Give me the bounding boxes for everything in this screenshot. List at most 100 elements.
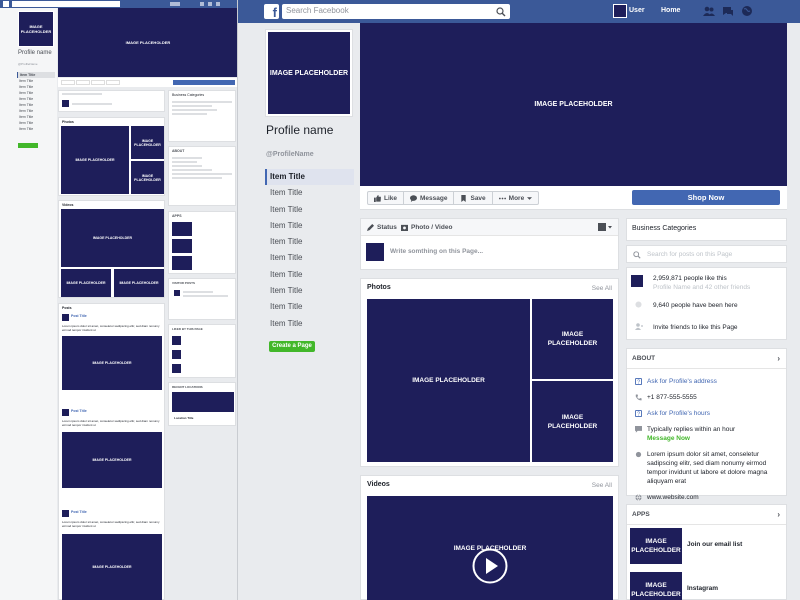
- thumb-visitor-posts-title: VISITOR POSTS: [172, 281, 195, 285]
- thumb-posts-title: Posts: [62, 306, 72, 310]
- thumb-photos-title: Photos: [62, 120, 74, 124]
- thumb-profile-picture: IMAGE PLACEHOLDER: [18, 11, 54, 47]
- message-label: Message: [420, 194, 448, 202]
- page-search-input[interactable]: Search for posts on this Page: [626, 245, 787, 263]
- friend-requests-icon[interactable]: [703, 5, 715, 17]
- been-here-count[interactable]: 9,640 people have been here: [653, 302, 738, 309]
- thumb-globe-icon: [216, 2, 220, 6]
- thumb-profile-name: Profile name: [18, 50, 52, 56]
- nav-item[interactable]: Item Title: [265, 299, 354, 315]
- ask-hours-link[interactable]: Ask for Profile's hours: [647, 410, 710, 417]
- app-item[interactable]: IMAGE PLACEHOLDER Join our email list: [627, 525, 786, 569]
- about-header[interactable]: ABOUT ›: [627, 349, 786, 369]
- search-input[interactable]: Search Facebook: [282, 4, 510, 19]
- status-tab[interactable]: Status: [367, 224, 397, 231]
- photo-small[interactable]: IMAGE PLACEHOLDER: [532, 381, 613, 462]
- messages-icon[interactable]: [722, 5, 734, 17]
- svg-text:?: ?: [637, 380, 640, 385]
- business-categories-title[interactable]: Business Categories: [627, 219, 786, 238]
- app-label: Instagram: [687, 585, 719, 592]
- thumb-app-image: [172, 239, 192, 253]
- photo-video-tab[interactable]: Photo / Video: [401, 224, 452, 231]
- likes-friends[interactable]: Profile Name and 42 other friends: [653, 284, 750, 291]
- play-icon[interactable]: [472, 548, 508, 584]
- message-button[interactable]: Message: [404, 192, 455, 204]
- shop-now-button[interactable]: Shop Now: [632, 190, 780, 205]
- facebook-logo-icon[interactable]: f: [264, 4, 279, 20]
- thumb-line: [172, 165, 202, 167]
- community-card: 2,959,871 people like this Profile Name …: [626, 267, 787, 340]
- cover-placeholder-text: IMAGE PLACEHOLDER: [534, 101, 613, 108]
- thumb-about-card: ABOUT: [168, 146, 236, 206]
- like-button[interactable]: Like: [368, 192, 405, 204]
- phone-number[interactable]: +1 877-555-5555: [647, 394, 697, 401]
- home-link[interactable]: Home: [661, 7, 680, 14]
- nav-item[interactable]: Item Title: [265, 316, 354, 332]
- thumb-line: [183, 291, 213, 293]
- about-description: Lorem ipsum dolor sit amet, conseletur s…: [647, 451, 768, 485]
- thumb-app-image: [172, 256, 192, 270]
- thumb-liked-avatar: [172, 350, 181, 359]
- thumb-photo-small: IMAGE PLACEHOLDER: [131, 161, 164, 194]
- nav-item[interactable]: Item Title: [265, 267, 354, 283]
- thumb-more-button: [106, 80, 120, 85]
- app-item[interactable]: IMAGE PLACEHOLDER Instagram: [627, 569, 786, 600]
- page-action-bar: Like Message Save More Shop Now: [360, 186, 787, 210]
- photos-see-all-link[interactable]: See All: [592, 285, 612, 292]
- videos-see-all-link[interactable]: See All: [592, 482, 612, 489]
- page-thumbnail-overview: IMAGE PLACEHOLDER Profile name @ProfileN…: [0, 0, 238, 600]
- thumbs-up-icon: [374, 194, 381, 202]
- user-link[interactable]: User: [629, 7, 645, 14]
- profile-handle[interactable]: @ProfileName: [266, 151, 314, 158]
- nav-item[interactable]: Item Title: [265, 250, 354, 266]
- likes-count[interactable]: 2,959,871 people like this: [653, 275, 727, 282]
- thumb-location-image: [172, 392, 234, 412]
- invite-friends-icon: [635, 323, 643, 330]
- invite-friends-link[interactable]: Invite friends to like this Page: [653, 324, 738, 331]
- thumb-post-image: IMAGE PLACEHOLDER: [62, 534, 162, 600]
- thumb-nav-items: Item Title Item Title Item Title Item Ti…: [17, 72, 55, 132]
- profile-picture[interactable]: IMAGE PLACEHOLDER: [265, 29, 353, 117]
- composer-input[interactable]: Write somthing on this Page...: [390, 248, 483, 255]
- nav-item[interactable]: Item Title: [265, 185, 354, 201]
- photo-large[interactable]: IMAGE PLACEHOLDER: [367, 299, 530, 462]
- profile-picture-placeholder: IMAGE PLACEHOLDER: [268, 32, 350, 114]
- audience-selector-icon[interactable]: [598, 223, 612, 231]
- apps-header[interactable]: APPS ›: [627, 505, 786, 525]
- user-avatar[interactable]: [613, 4, 627, 18]
- thumb-liked-title: LIKED BY THIS PAGE: [172, 327, 203, 331]
- ask-address-link[interactable]: Ask for Profile's address: [647, 378, 717, 385]
- thumb-line: [172, 169, 212, 171]
- thumb-line: [172, 173, 232, 175]
- more-button[interactable]: More: [493, 192, 539, 204]
- thumb-videos-title: Videos: [62, 203, 74, 207]
- cover-photo[interactable]: IMAGE PLACEHOLDER: [360, 23, 787, 186]
- save-button[interactable]: Save: [454, 192, 493, 204]
- photo-small[interactable]: IMAGE PLACEHOLDER: [532, 299, 613, 379]
- thumb-user-avatar: [170, 2, 180, 6]
- about-address-row: ? Ask for Profile's address: [627, 377, 786, 386]
- message-now-link[interactable]: Message Now: [647, 435, 690, 442]
- thumb-post-image: IMAGE PLACEHOLDER: [62, 336, 162, 390]
- profile-name[interactable]: Profile name: [266, 123, 333, 137]
- thumb-post-avatar: [62, 314, 69, 321]
- create-page-button[interactable]: Create a Page: [269, 341, 315, 352]
- about-title: ABOUT: [632, 355, 656, 362]
- thumb-post-title: Post Title: [71, 409, 87, 413]
- search-icon[interactable]: [496, 7, 506, 17]
- message-bubble-icon: [635, 426, 642, 433]
- notifications-globe-icon[interactable]: [741, 5, 753, 17]
- video-player[interactable]: IMAGE PLACEHOLDER: [367, 496, 613, 600]
- nav-item[interactable]: Item Title: [265, 218, 354, 234]
- nav-item[interactable]: Item Title: [265, 283, 354, 299]
- about-description-row: Lorem ipsum dolor sit amet, conseletur s…: [627, 450, 786, 486]
- thumb-search-input: [12, 1, 120, 7]
- nav-item[interactable]: Item Title: [265, 169, 354, 186]
- page-search-placeholder: Search for posts on this Page: [647, 251, 733, 258]
- thumb-line: [172, 177, 222, 179]
- website-link[interactable]: www.website.com: [647, 494, 699, 501]
- nav-item[interactable]: Item Title: [265, 234, 354, 250]
- nav-item[interactable]: Item Title: [265, 202, 354, 218]
- app-label: Join our email list: [687, 541, 743, 548]
- phone-icon: [635, 394, 642, 401]
